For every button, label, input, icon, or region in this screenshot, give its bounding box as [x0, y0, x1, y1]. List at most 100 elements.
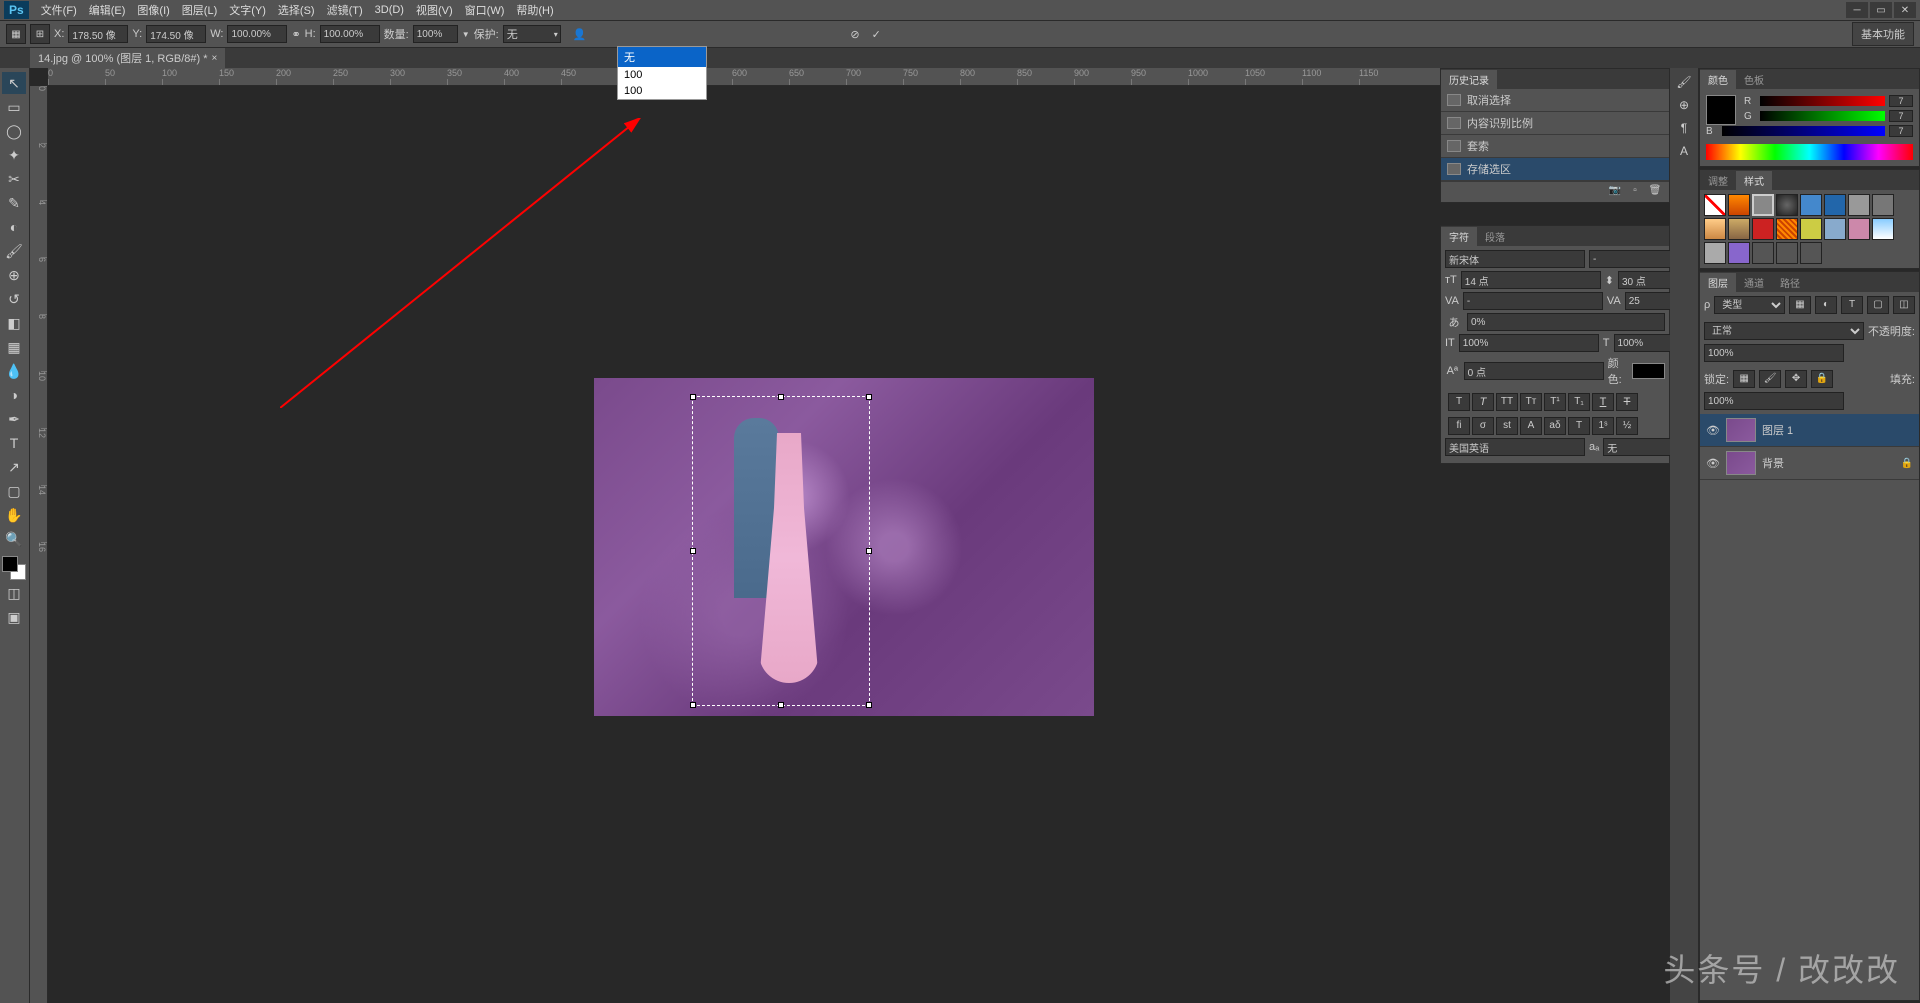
style-swatch[interactable]	[1752, 218, 1774, 240]
language-input[interactable]	[1445, 438, 1585, 456]
style-swatch[interactable]	[1776, 194, 1798, 216]
g-slider[interactable]	[1760, 111, 1885, 121]
a-button[interactable]: A	[1520, 417, 1542, 435]
type-tool[interactable]: T	[2, 432, 26, 454]
reference-point-icon[interactable]: ⊞	[30, 24, 50, 44]
filter-shape-icon[interactable]: ▢	[1867, 296, 1889, 314]
zoom-tool[interactable]: 🔍	[2, 528, 26, 550]
menu-window[interactable]: 窗口(W)	[459, 2, 511, 18]
menu-image[interactable]: 图像(I)	[131, 2, 175, 18]
channels-tab[interactable]: 通道	[1736, 273, 1772, 292]
menu-help[interactable]: 帮助(H)	[510, 2, 559, 18]
ad-button[interactable]: aδ	[1544, 417, 1566, 435]
menu-filter[interactable]: 滤镜(T)	[321, 2, 369, 18]
marquee-tool[interactable]: ▭	[2, 96, 26, 118]
history-item[interactable]: 套索	[1441, 135, 1669, 158]
smallcaps-button[interactable]: Tт	[1520, 393, 1542, 411]
trash-icon[interactable]: 🗑	[1647, 185, 1663, 199]
chevron-down-icon[interactable]: ▼	[462, 30, 470, 39]
visibility-icon[interactable]: 👁	[1706, 457, 1720, 470]
new-snapshot-icon[interactable]: ▫	[1627, 185, 1643, 199]
canvas-image[interactable]	[594, 378, 1094, 716]
style-swatch[interactable]	[1728, 218, 1750, 240]
style-swatch[interactable]	[1848, 218, 1870, 240]
lock-pos-icon[interactable]: ✥	[1785, 370, 1807, 388]
link-icon[interactable]: ⚭	[291, 28, 300, 41]
close-button[interactable]: ✕	[1894, 2, 1916, 18]
wand-tool[interactable]: ✦	[2, 144, 26, 166]
blur-tool[interactable]: 💧	[2, 360, 26, 382]
fi-button[interactable]: fi	[1448, 417, 1470, 435]
paragraph-tab[interactable]: 段落	[1477, 227, 1513, 246]
history-brush-tool[interactable]: ↺	[2, 288, 26, 310]
eyedropper-tool[interactable]: ✎	[2, 192, 26, 214]
layer-item[interactable]: 👁 图层 1	[1700, 414, 1919, 447]
menu-select[interactable]: 选择(S)	[272, 2, 321, 18]
bold-button[interactable]: T	[1448, 393, 1470, 411]
b-slider[interactable]	[1722, 126, 1885, 136]
style-swatch[interactable]	[1704, 242, 1726, 264]
maximize-button[interactable]: ▭	[1870, 2, 1892, 18]
half-button[interactable]: ½	[1616, 417, 1638, 435]
menu-3d[interactable]: 3D(D)	[369, 4, 410, 16]
sigma-button[interactable]: σ	[1472, 417, 1494, 435]
adjustments-tab[interactable]: 调整	[1700, 171, 1736, 190]
lock-pixel-icon[interactable]: 🖌	[1759, 370, 1781, 388]
gradient-tool[interactable]: ▦	[2, 336, 26, 358]
protect-dropdown[interactable]: 无▾	[503, 25, 561, 43]
style-swatch[interactable]	[1824, 218, 1846, 240]
style-swatch[interactable]	[1776, 218, 1798, 240]
y-input[interactable]	[146, 25, 206, 43]
baseline-input[interactable]	[1464, 362, 1604, 380]
lock-trans-icon[interactable]: ▦	[1733, 370, 1755, 388]
clone-panel-icon[interactable]: ⊕	[1673, 95, 1695, 115]
text-color-swatch[interactable]	[1632, 363, 1665, 379]
blend-mode-select[interactable]: 正常	[1704, 322, 1864, 340]
cancel-icon[interactable]: ⊘	[850, 28, 859, 41]
opacity-input[interactable]	[1704, 344, 1844, 362]
menu-layer[interactable]: 图层(L)	[176, 2, 223, 18]
t1-button[interactable]: T	[1568, 417, 1590, 435]
layer-item[interactable]: 👁 背景 🔒	[1700, 447, 1919, 480]
caps-button[interactable]: TT	[1496, 393, 1518, 411]
history-item[interactable]: 取消选择	[1441, 89, 1669, 112]
menu-type[interactable]: 文字(Y)	[223, 2, 272, 18]
superscript-button[interactable]: T¹	[1544, 393, 1566, 411]
eraser-tool[interactable]: ◧	[2, 312, 26, 334]
style-swatch[interactable]	[1800, 218, 1822, 240]
style-swatch[interactable]	[1872, 218, 1894, 240]
person-icon[interactable]: 👤	[573, 28, 587, 41]
style-swatch[interactable]	[1752, 242, 1774, 264]
document-tab[interactable]: 14.jpg @ 100% (图层 1, RGB/8#) * ×	[30, 48, 225, 68]
color-preview[interactable]	[1706, 95, 1736, 125]
menu-view[interactable]: 视图(V)	[410, 2, 459, 18]
style-swatch[interactable]	[1848, 194, 1870, 216]
vscale-input[interactable]	[1459, 334, 1599, 352]
history-tab[interactable]: 历史记录	[1441, 70, 1497, 89]
quickmask-tool[interactable]: ◫	[2, 582, 26, 604]
style-swatch[interactable]	[1872, 194, 1894, 216]
style-swatch[interactable]	[1704, 194, 1726, 216]
filter-select[interactable]: 类型	[1714, 296, 1785, 314]
style-swatch[interactable]	[1824, 194, 1846, 216]
menu-edit[interactable]: 编辑(E)	[83, 2, 132, 18]
history-item[interactable]: 内容识别比例	[1441, 112, 1669, 135]
brush-tool[interactable]: 🖌	[2, 240, 26, 262]
1st-button[interactable]: 1ˢ	[1592, 417, 1614, 435]
style-swatch[interactable]	[1704, 218, 1726, 240]
commit-icon[interactable]: ✓	[872, 28, 881, 41]
filter-adj-icon[interactable]: ◐	[1815, 296, 1837, 314]
para-panel-icon[interactable]: ¶	[1673, 118, 1695, 138]
subscript-button[interactable]: T₁	[1568, 393, 1590, 411]
dropdown-item-none[interactable]: 无	[618, 47, 706, 67]
style-swatch[interactable]	[1728, 242, 1750, 264]
color-swatch[interactable]	[2, 556, 26, 580]
path-tool[interactable]: ↗	[2, 456, 26, 478]
brush-panel-icon[interactable]: 🖌	[1673, 72, 1695, 92]
style-swatch[interactable]	[1752, 194, 1774, 216]
style-swatch[interactable]	[1800, 242, 1822, 264]
x-input[interactable]	[68, 25, 128, 43]
layer-thumbnail[interactable]	[1726, 451, 1756, 475]
style-swatch[interactable]	[1776, 242, 1798, 264]
strike-button[interactable]: T	[1616, 393, 1638, 411]
